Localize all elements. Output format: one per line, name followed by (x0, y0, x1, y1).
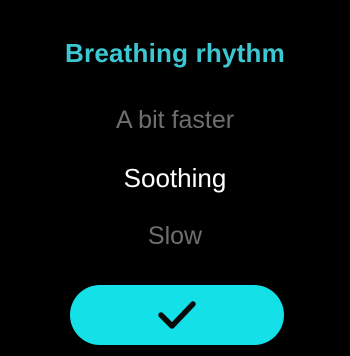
confirm-button[interactable] (70, 285, 284, 345)
breathing-rhythm-screen: Breathing rhythm A bit faster Soothing S… (0, 0, 350, 356)
picker-option-previous[interactable]: A bit faster (0, 105, 350, 135)
checkmark-icon (158, 301, 196, 329)
page-title: Breathing rhythm (65, 38, 285, 68)
rhythm-picker[interactable]: A bit faster Soothing Slow (0, 95, 350, 265)
picker-option-selected[interactable]: Soothing (0, 163, 350, 193)
picker-option-next[interactable]: Slow (0, 221, 350, 251)
